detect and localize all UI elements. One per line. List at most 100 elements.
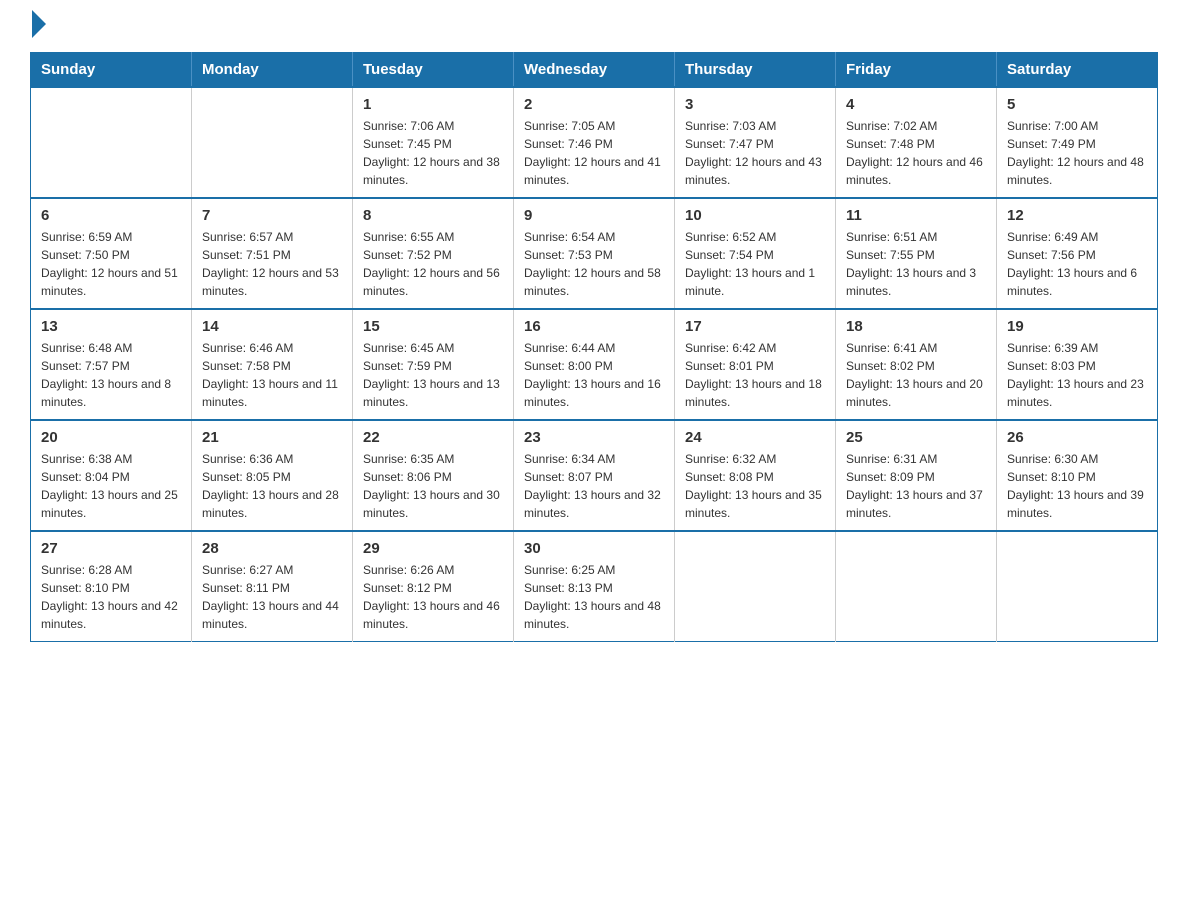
day-number: 26 — [1007, 429, 1147, 446]
calendar-body: 1 Sunrise: 7:06 AMSunset: 7:45 PMDaylight… — [31, 87, 1158, 642]
day-info: Sunrise: 7:00 AMSunset: 7:49 PMDaylight:… — [1007, 117, 1147, 189]
day-info: Sunrise: 6:49 AMSunset: 7:56 PMDaylight:… — [1007, 228, 1147, 300]
day-info: Sunrise: 6:42 AMSunset: 8:01 PMDaylight:… — [685, 339, 825, 411]
week-row-1: 1 Sunrise: 7:06 AMSunset: 7:45 PMDaylight… — [31, 87, 1158, 198]
calendar-table: SundayMondayTuesdayWednesdayThursdayFrid… — [30, 52, 1158, 642]
day-info: Sunrise: 6:38 AMSunset: 8:04 PMDaylight:… — [41, 450, 181, 522]
day-number: 8 — [363, 207, 503, 224]
day-info: Sunrise: 6:51 AMSunset: 7:55 PMDaylight:… — [846, 228, 986, 300]
day-info: Sunrise: 6:45 AMSunset: 7:59 PMDaylight:… — [363, 339, 503, 411]
calendar-cell — [192, 87, 353, 198]
calendar-cell: 24 Sunrise: 6:32 AMSunset: 8:08 PMDayligh… — [675, 420, 836, 531]
day-info: Sunrise: 6:28 AMSunset: 8:10 PMDaylight:… — [41, 561, 181, 633]
calendar-cell: 22Sunrise: 6:35 AMSunset: 8:06 PMDayligh… — [353, 420, 514, 531]
day-info: Sunrise: 6:55 AMSunset: 7:52 PMDaylight:… — [363, 228, 503, 300]
day-number: 29 — [363, 540, 503, 557]
day-info: Sunrise: 6:30 AMSunset: 8:10 PMDaylight:… — [1007, 450, 1147, 522]
weekday-friday: Friday — [836, 53, 997, 88]
calendar-cell: 29 Sunrise: 6:26 AMSunset: 8:12 PMDayligh… — [353, 531, 514, 642]
calendar-cell: 12 Sunrise: 6:49 AMSunset: 7:56 PMDayligh… — [997, 198, 1158, 309]
day-number: 13 — [41, 318, 181, 335]
calendar-cell: 16 Sunrise: 6:44 AMSunset: 8:00 PMDayligh… — [514, 309, 675, 420]
weekday-saturday: Saturday — [997, 53, 1158, 88]
calendar-cell — [675, 531, 836, 642]
weekday-sunday: Sunday — [31, 53, 192, 88]
week-row-5: 27 Sunrise: 6:28 AMSunset: 8:10 PMDayligh… — [31, 531, 1158, 642]
calendar-cell: 28 Sunrise: 6:27 AMSunset: 8:11 PMDayligh… — [192, 531, 353, 642]
day-info: Sunrise: 6:34 AMSunset: 8:07 PMDaylight:… — [524, 450, 664, 522]
day-info: Sunrise: 6:25 AMSunset: 8:13 PMDaylight:… — [524, 561, 664, 633]
day-number: 21 — [202, 429, 342, 446]
day-number: 16 — [524, 318, 664, 335]
calendar-cell: 13 Sunrise: 6:48 AMSunset: 7:57 PMDayligh… — [31, 309, 192, 420]
calendar-cell: 17 Sunrise: 6:42 AMSunset: 8:01 PMDayligh… — [675, 309, 836, 420]
weekday-tuesday: Tuesday — [353, 53, 514, 88]
calendar-cell — [836, 531, 997, 642]
day-number: 1 — [363, 96, 503, 113]
week-row-4: 20 Sunrise: 6:38 AMSunset: 8:04 PMDayligh… — [31, 420, 1158, 531]
logo-triangle-icon — [32, 10, 46, 38]
day-info: Sunrise: 7:05 AMSunset: 7:46 PMDaylight:… — [524, 117, 664, 189]
calendar-cell: 14Sunrise: 6:46 AMSunset: 7:58 PMDayligh… — [192, 309, 353, 420]
day-info: Sunrise: 6:27 AMSunset: 8:11 PMDaylight:… — [202, 561, 342, 633]
day-number: 20 — [41, 429, 181, 446]
day-number: 6 — [41, 207, 181, 224]
day-info: Sunrise: 6:26 AMSunset: 8:12 PMDaylight:… — [363, 561, 503, 633]
day-info: Sunrise: 6:52 AMSunset: 7:54 PMDaylight:… — [685, 228, 825, 300]
day-info: Sunrise: 6:32 AMSunset: 8:08 PMDaylight:… — [685, 450, 825, 522]
calendar-cell: 25Sunrise: 6:31 AMSunset: 8:09 PMDayligh… — [836, 420, 997, 531]
day-number: 3 — [685, 96, 825, 113]
day-number: 30 — [524, 540, 664, 557]
day-number: 28 — [202, 540, 342, 557]
calendar-cell: 2Sunrise: 7:05 AMSunset: 7:46 PMDaylight… — [514, 87, 675, 198]
day-number: 19 — [1007, 318, 1147, 335]
calendar-cell: 11 Sunrise: 6:51 AMSunset: 7:55 PMDayligh… — [836, 198, 997, 309]
calendar-cell: 20 Sunrise: 6:38 AMSunset: 8:04 PMDayligh… — [31, 420, 192, 531]
day-number: 10 — [685, 207, 825, 224]
day-info: Sunrise: 6:44 AMSunset: 8:00 PMDaylight:… — [524, 339, 664, 411]
week-row-2: 6 Sunrise: 6:59 AMSunset: 7:50 PMDaylight… — [31, 198, 1158, 309]
day-number: 12 — [1007, 207, 1147, 224]
day-info: Sunrise: 6:41 AMSunset: 8:02 PMDaylight:… — [846, 339, 986, 411]
day-info: Sunrise: 6:35 AMSunset: 8:06 PMDaylight:… — [363, 450, 503, 522]
calendar-cell: 1 Sunrise: 7:06 AMSunset: 7:45 PMDaylight… — [353, 87, 514, 198]
day-info: Sunrise: 6:59 AMSunset: 7:50 PMDaylight:… — [41, 228, 181, 300]
calendar-cell: 7 Sunrise: 6:57 AMSunset: 7:51 PMDaylight… — [192, 198, 353, 309]
calendar-cell — [997, 531, 1158, 642]
day-number: 27 — [41, 540, 181, 557]
weekday-thursday: Thursday — [675, 53, 836, 88]
calendar-cell: 21Sunrise: 6:36 AMSunset: 8:05 PMDayligh… — [192, 420, 353, 531]
calendar-cell: 19 Sunrise: 6:39 AMSunset: 8:03 PMDayligh… — [997, 309, 1158, 420]
calendar-header: SundayMondayTuesdayWednesdayThursdayFrid… — [31, 53, 1158, 88]
week-row-3: 13 Sunrise: 6:48 AMSunset: 7:57 PMDayligh… — [31, 309, 1158, 420]
calendar-cell: 6 Sunrise: 6:59 AMSunset: 7:50 PMDaylight… — [31, 198, 192, 309]
logo — [30, 20, 46, 32]
day-info: Sunrise: 7:06 AMSunset: 7:45 PMDaylight:… — [363, 117, 503, 189]
day-number: 25 — [846, 429, 986, 446]
day-number: 5 — [1007, 96, 1147, 113]
calendar-cell — [31, 87, 192, 198]
weekday-monday: Monday — [192, 53, 353, 88]
weekday-row: SundayMondayTuesdayWednesdayThursdayFrid… — [31, 53, 1158, 88]
day-number: 14 — [202, 318, 342, 335]
day-info: Sunrise: 6:39 AMSunset: 8:03 PMDaylight:… — [1007, 339, 1147, 411]
calendar-cell: 5 Sunrise: 7:00 AMSunset: 7:49 PMDaylight… — [997, 87, 1158, 198]
day-info: Sunrise: 7:03 AMSunset: 7:47 PMDaylight:… — [685, 117, 825, 189]
day-info: Sunrise: 6:57 AMSunset: 7:51 PMDaylight:… — [202, 228, 342, 300]
day-number: 11 — [846, 207, 986, 224]
day-number: 15 — [363, 318, 503, 335]
calendar-cell: 30 Sunrise: 6:25 AMSunset: 8:13 PMDayligh… — [514, 531, 675, 642]
calendar-cell: 10 Sunrise: 6:52 AMSunset: 7:54 PMDayligh… — [675, 198, 836, 309]
calendar-cell: 9 Sunrise: 6:54 AMSunset: 7:53 PMDaylight… — [514, 198, 675, 309]
calendar-cell: 8 Sunrise: 6:55 AMSunset: 7:52 PMDaylight… — [353, 198, 514, 309]
day-number: 17 — [685, 318, 825, 335]
day-number: 9 — [524, 207, 664, 224]
day-number: 23 — [524, 429, 664, 446]
calendar-cell: 3 Sunrise: 7:03 AMSunset: 7:47 PMDaylight… — [675, 87, 836, 198]
day-info: Sunrise: 6:54 AMSunset: 7:53 PMDaylight:… — [524, 228, 664, 300]
day-number: 7 — [202, 207, 342, 224]
day-number: 4 — [846, 96, 986, 113]
day-number: 24 — [685, 429, 825, 446]
calendar-cell: 26 Sunrise: 6:30 AMSunset: 8:10 PMDayligh… — [997, 420, 1158, 531]
day-info: Sunrise: 6:48 AMSunset: 7:57 PMDaylight:… — [41, 339, 181, 411]
